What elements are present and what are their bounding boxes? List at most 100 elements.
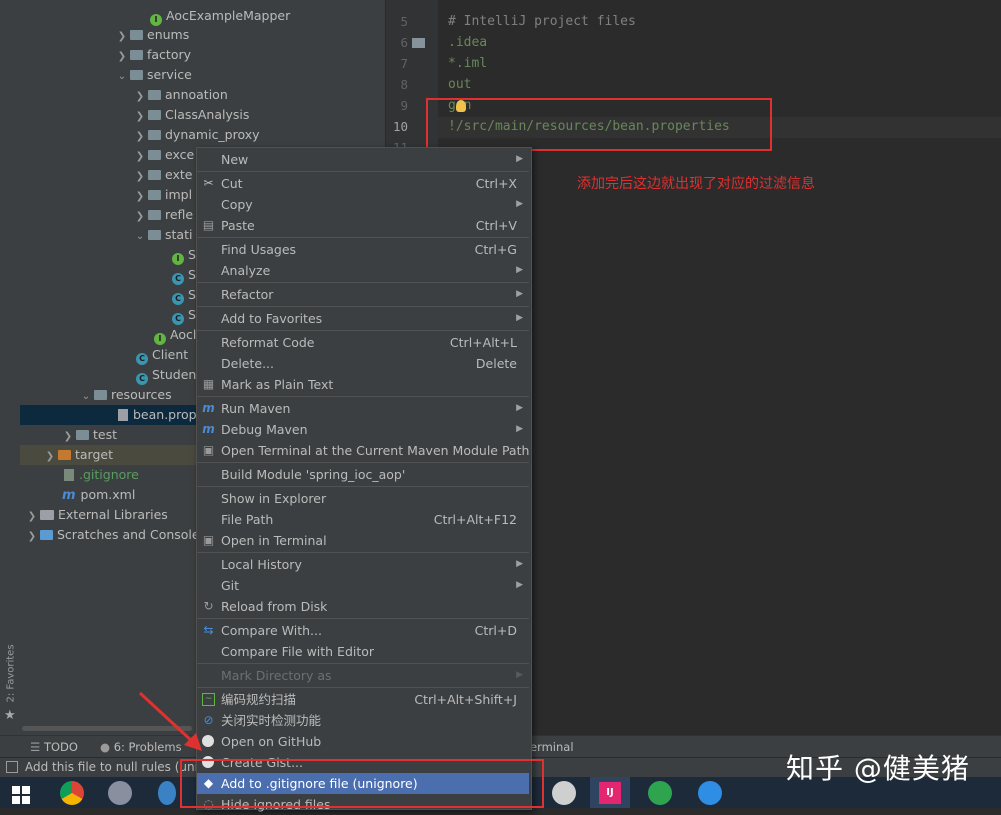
app-icon[interactable] <box>698 781 722 805</box>
menu-item-open-terminal-maven[interactable]: ▣ Open Terminal at the Current Maven Modu… <box>197 440 530 461</box>
annotation-arrow <box>138 691 202 751</box>
clipboard-icon: ▤ <box>202 218 215 232</box>
menu-item-open-on-github[interactable]: Open on GitHub <box>197 731 529 752</box>
menu-item-compare-file-editor[interactable]: Compare File with Editor <box>197 641 529 662</box>
code-line[interactable]: # IntelliJ project files <box>448 11 636 32</box>
menu-item-paste[interactable]: ▤ Paste Ctrl+V <box>197 215 529 236</box>
highlight-box <box>426 98 772 151</box>
package-icon <box>148 190 161 200</box>
star-icon[interactable]: ★ <box>4 708 16 723</box>
tree-item[interactable]: ⌄ service <box>114 65 192 85</box>
tree-item[interactable]: ❯ refle <box>132 205 193 225</box>
menu-item-cut[interactable]: ✂ Cut Ctrl+X <box>197 173 529 194</box>
tree-item[interactable]: I Aocl <box>154 325 196 345</box>
chevron-right-icon[interactable]: ❯ <box>132 167 148 187</box>
menu-item-open-in-terminal[interactable]: ▣ Open in Terminal <box>197 530 529 551</box>
menu-item-add-to-favorites[interactable]: Add to Favorites ▶ <box>197 308 529 329</box>
menu-item-reformat-code[interactable]: Reformat Code Ctrl+Alt+L <box>197 332 529 353</box>
tree-item[interactable]: ❯ impl <box>132 185 192 205</box>
menu-item-copy[interactable]: Copy ▶ <box>197 194 529 215</box>
tree-item[interactable]: C Client <box>136 345 188 365</box>
menu-item-find-usages[interactable]: Find Usages Ctrl+G <box>197 239 529 260</box>
todo-icon: ☰ <box>30 740 44 754</box>
menu-item-delete[interactable]: Delete... Delete <box>197 353 529 374</box>
chevron-right-icon[interactable]: ❯ <box>132 187 148 207</box>
menu-item-show-in-explorer[interactable]: Show in Explorer <box>197 488 529 509</box>
menu-item-run-maven[interactable]: m Run Maven ▶ <box>197 398 529 419</box>
menu-item-refactor[interactable]: Refactor ▶ <box>197 284 529 305</box>
favorites-tool-tab[interactable]: 2: Favorites <box>6 644 17 702</box>
maven-icon: m <box>62 488 76 503</box>
chevron-down-icon[interactable]: ⌄ <box>78 387 94 407</box>
menu-item-mark-directory-as[interactable]: Mark Directory as ▶ <box>197 665 529 686</box>
package-icon <box>148 210 161 220</box>
tree-item[interactable]: .gitignore <box>64 465 139 485</box>
tree-item[interactable]: ❯ exte <box>132 165 193 187</box>
chevron-right-icon[interactable]: ❯ <box>132 107 148 127</box>
app-icon[interactable] <box>158 781 176 805</box>
tree-item[interactable]: ❯ dynamic_proxy <box>132 125 260 145</box>
menu-item-disable-realtime-check[interactable]: ⊘ 关闭实时检测功能 <box>197 710 529 731</box>
tree-item[interactable]: ❯ factory <box>114 45 191 65</box>
chevron-right-icon[interactable]: ❯ <box>114 27 130 47</box>
resources-folder-icon <box>94 390 107 400</box>
code-line[interactable]: out <box>448 74 471 95</box>
tree-item[interactable]: ⌄ stati <box>132 225 193 247</box>
scratches-icon <box>40 530 53 540</box>
tree-item[interactable]: CS <box>172 305 196 325</box>
menu-item-git[interactable]: Git ▶ <box>197 575 529 596</box>
chevron-right-icon[interactable]: ❯ <box>132 147 148 167</box>
menu-separator <box>197 282 529 283</box>
tree-item[interactable]: CS <box>172 285 196 305</box>
menu-item-debug-maven[interactable]: m Debug Maven ▶ <box>197 419 529 440</box>
menu-item-mark-plain-text[interactable]: ▦ Mark as Plain Text <box>197 374 529 395</box>
chevron-down-icon[interactable]: ⌄ <box>132 227 148 247</box>
tree-item[interactable]: CS <box>172 265 196 285</box>
tree-item[interactable]: C Student <box>136 365 201 385</box>
todo-tab[interactable]: ☰ TODO <box>30 736 78 758</box>
chevron-right-icon[interactable]: ❯ <box>24 507 40 527</box>
menu-item-code-scan[interactable]: ~ 编码规约扫描 Ctrl+Alt+Shift+J <box>197 689 529 710</box>
terminal-tab[interactable]: erminal <box>530 736 574 758</box>
menu-item-analyze[interactable]: Analyze ▶ <box>197 260 529 281</box>
tree-item[interactable]: m pom.xml <box>62 485 135 505</box>
tree-item[interactable]: IS <box>172 245 196 265</box>
menu-item-local-history[interactable]: Local History ▶ <box>197 554 529 575</box>
tree-item[interactable]: ❯ enums <box>114 25 189 45</box>
menu-item-build-module[interactable]: Build Module 'spring_ioc_aop' <box>197 464 529 485</box>
tree-item-selected[interactable]: bean.prop <box>118 405 197 425</box>
maven-run-icon: m <box>202 401 215 415</box>
windows-start-icon[interactable] <box>12 786 30 804</box>
chevron-right-icon[interactable]: ❯ <box>24 527 40 547</box>
tree-item[interactable]: ❯ ClassAnalysis <box>132 105 250 127</box>
chevron-right-icon[interactable]: ❯ <box>132 127 148 147</box>
app-icon[interactable] <box>648 781 672 805</box>
menu-item-file-path[interactable]: File Path Ctrl+Alt+F12 <box>197 509 529 530</box>
class-icon: C <box>136 373 148 385</box>
app-icon[interactable] <box>552 781 576 805</box>
tree-item[interactable]: ❯ External Libraries <box>24 505 168 525</box>
app-icon[interactable] <box>108 781 132 805</box>
chevron-right-icon[interactable]: ❯ <box>132 207 148 227</box>
tree-item[interactable]: ❯ Scratches and Console <box>24 525 200 545</box>
menu-item-compare-with[interactable]: ⇆ Compare With... Ctrl+D <box>197 620 529 641</box>
chrome-icon[interactable] <box>60 781 84 805</box>
code-line[interactable]: .idea <box>448 32 487 53</box>
tree-item[interactable]: ⌄ resources <box>78 385 172 405</box>
code-line[interactable]: *.iml <box>448 53 487 74</box>
chevron-right-icon[interactable]: ❯ <box>60 427 76 447</box>
menu-item-reload-from-disk[interactable]: ↻ Reload from Disk <box>197 596 529 617</box>
chevron-right-icon[interactable]: ❯ <box>114 47 130 67</box>
tree-item[interactable]: ❯ annoation <box>132 85 228 105</box>
menu-item-new[interactable]: New ▶ <box>197 149 529 170</box>
tree-item[interactable]: ❯ target <box>42 445 113 465</box>
tree-item[interactable]: I AocExampleMapper <box>150 6 290 26</box>
menu-separator <box>197 552 529 553</box>
chevron-right-icon[interactable]: ❯ <box>132 87 148 107</box>
submenu-arrow-icon: ▶ <box>516 424 523 434</box>
tree-item[interactable]: ❯ exce <box>132 145 194 165</box>
status-icon[interactable] <box>6 761 18 773</box>
chevron-right-icon[interactable]: ❯ <box>42 447 58 467</box>
tree-item[interactable]: ❯ test <box>60 425 117 445</box>
chevron-down-icon[interactable]: ⌄ <box>114 67 130 87</box>
